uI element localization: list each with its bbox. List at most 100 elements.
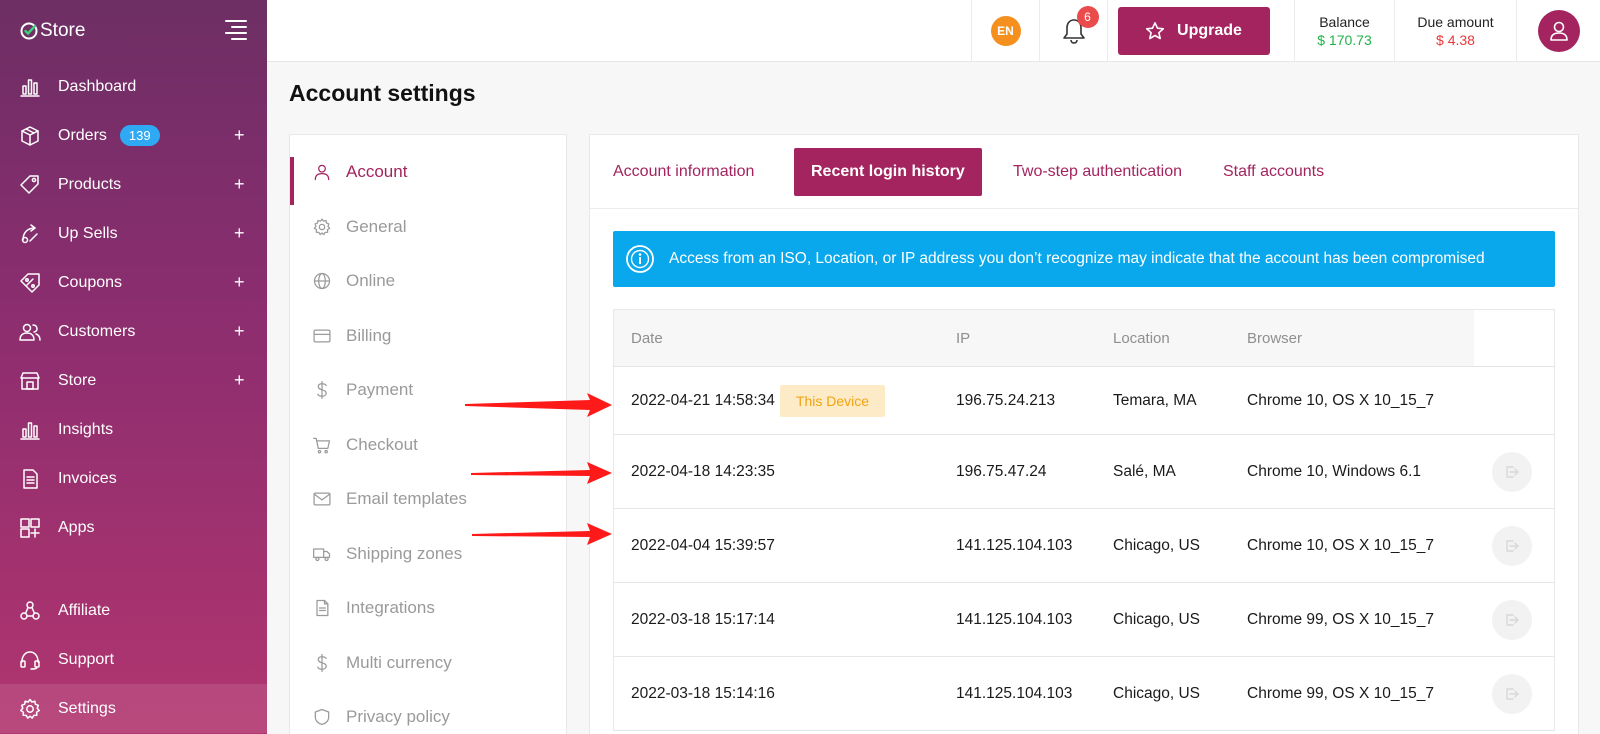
table-header: Date IP Location Browser — [614, 310, 1554, 367]
language-switcher[interactable]: EN — [971, 0, 1039, 61]
logout-icon — [1506, 688, 1519, 700]
user-icon — [314, 164, 330, 181]
tab-staff-accounts[interactable]: Staff accounts — [1206, 148, 1341, 196]
sidebar-item-orders[interactable]: Orders 139 + — [0, 111, 267, 160]
logout-session-button[interactable] — [1492, 674, 1532, 714]
globe-icon — [313, 273, 331, 290]
sidebar-item-coupons[interactable]: Coupons + — [0, 258, 267, 307]
avatar[interactable] — [1537, 9, 1580, 52]
sidebar-item-support[interactable]: Support — [0, 635, 267, 684]
settings-menu-item-account[interactable]: Account — [290, 145, 566, 205]
storefront-icon — [20, 371, 40, 390]
sidebar-item-settings[interactable]: Settings — [0, 684, 267, 733]
sidebar-item-invoices[interactable]: Invoices — [0, 454, 267, 503]
expand-icon[interactable]: + — [234, 370, 245, 391]
logout-session-button[interactable] — [1492, 600, 1532, 640]
login-ip: 196.75.24.213 — [956, 391, 1056, 409]
logout-session-button[interactable] — [1492, 526, 1532, 566]
due-amount: Due amount $ 4.38 — [1394, 0, 1516, 61]
sidebar: Store Dashboard Orders 139 + Products + Up Sel… — [0, 0, 267, 734]
settings-menu-item-online[interactable]: Online — [290, 254, 566, 309]
login-browser: Chrome 99, OS X 10_15_7 — [1247, 610, 1434, 628]
tab-account-information[interactable]: Account information — [596, 148, 771, 196]
login-location: Salé, MA — [1113, 462, 1176, 480]
settings-menu-label: Shipping zones — [346, 543, 463, 563]
login-ip: 196.75.47.24 — [956, 462, 1047, 480]
settings-menu-item-checkout[interactable]: Checkout — [290, 418, 566, 473]
sidebar-item-store[interactable]: Store + — [0, 356, 267, 405]
tab-two-step-authentication[interactable]: Two-step authentication — [996, 148, 1199, 196]
settings-menu-item-privacy-policy[interactable]: Privacy policy — [290, 690, 566, 734]
table-row: 2022-04-04 15:39:57 141.125.104.103 Chicag… — [614, 509, 1554, 583]
login-ip: 141.125.104.103 — [956, 610, 1073, 628]
mail-icon — [313, 492, 331, 506]
notifications[interactable]: 6 — [1039, 0, 1107, 61]
settings-menu-label: Checkout — [346, 434, 418, 454]
expand-icon[interactable]: + — [234, 223, 245, 244]
sidebar-item-customers[interactable]: Customers + — [0, 307, 267, 356]
settings-menu-item-multi-currency[interactable]: Multi currency — [290, 636, 566, 691]
tab-bar: Account information Recent login history… — [590, 135, 1578, 209]
upsell-icon — [21, 223, 38, 243]
expand-icon[interactable]: + — [234, 272, 245, 293]
login-date: 2022-03-18 15:14:16 — [631, 684, 775, 702]
tab-recent-login-history[interactable]: Recent login history — [794, 148, 982, 196]
settings-menu-label: Privacy policy — [346, 707, 450, 727]
expand-icon[interactable]: + — [234, 321, 245, 342]
column-header-date: Date — [631, 329, 663, 347]
truck-icon — [313, 548, 331, 561]
table-row: 2022-04-18 14:23:35 196.75.47.24 Salé, MA C… — [614, 435, 1554, 509]
settings-menu-item-shipping-zones[interactable]: Shipping zones — [290, 527, 566, 582]
menu-toggle-icon[interactable] — [225, 20, 247, 40]
expand-icon[interactable]: + — [234, 125, 245, 146]
settings-menu-item-integrations[interactable]: Integrations — [290, 581, 566, 636]
sidebar-item-insights[interactable]: Insights — [0, 405, 267, 454]
coupon-icon — [20, 272, 40, 293]
info-icon — [626, 245, 654, 273]
sidebar-nav: Dashboard Orders 139 + Products + Up Sells + Cou… — [0, 62, 267, 552]
sidebar-item-up-sells[interactable]: Up Sells + — [0, 209, 267, 258]
settings-menu-label: Email templates — [346, 489, 467, 509]
due-amount-value: $ 4.38 — [1436, 31, 1475, 48]
settings-menu-item-email-templates[interactable]: Email templates — [290, 472, 566, 527]
login-date: 2022-04-04 15:39:57 — [631, 536, 775, 554]
user-menu[interactable] — [1516, 0, 1600, 61]
balance-label: Balance — [1319, 13, 1370, 30]
settings-menu-item-payment[interactable]: Payment — [290, 363, 566, 418]
column-header-ip: IP — [956, 329, 971, 347]
settings-menu-label: Integrations — [346, 598, 435, 618]
sidebar-item-dashboard[interactable]: Dashboard — [0, 62, 267, 111]
file-icon — [316, 600, 329, 617]
sidebar-item-affiliate[interactable]: Affiliate — [0, 586, 267, 635]
box-icon — [21, 125, 39, 146]
brand-logo[interactable]: Store — [20, 18, 85, 44]
users-icon — [19, 323, 41, 341]
login-date: 2022-03-18 15:17:14 — [631, 610, 775, 628]
topbar: EN 6 Upgrade Balance $ 170.73 Due amount… — [267, 0, 1600, 62]
login-ip: 141.125.104.103 — [956, 684, 1073, 702]
settings-menu-label: Online — [346, 271, 396, 291]
settings-menu-label: Payment — [346, 380, 414, 400]
affiliate-icon — [20, 600, 40, 620]
sidebar-item-apps[interactable]: Apps — [0, 503, 267, 552]
chart-icon — [20, 421, 40, 440]
settings-menu-item-billing[interactable]: Billing — [290, 309, 566, 364]
sidebar-item-label: Apps — [58, 518, 95, 536]
sidebar-item-label: Dashboard — [58, 77, 137, 95]
expand-icon[interactable]: + — [234, 174, 245, 195]
notification-count-badge: 6 — [1076, 5, 1099, 28]
tag-icon — [20, 174, 39, 194]
settings-menu-item-general[interactable]: General — [290, 200, 566, 255]
language-badge[interactable]: EN — [990, 15, 1021, 46]
login-history-table: Date IP Location Browser 2022-04-21 14:5… — [613, 309, 1555, 731]
settings-menu-label: Multi currency — [346, 652, 452, 672]
user-icon — [1549, 21, 1568, 41]
document-icon — [23, 468, 38, 489]
balance: Balance $ 170.73 — [1294, 0, 1394, 61]
table-row: 2022-03-18 15:14:16 141.125.104.103 Chicag… — [614, 657, 1554, 731]
sidebar-item-label: Insights — [58, 420, 114, 438]
upgrade-button[interactable]: Upgrade — [1117, 6, 1270, 55]
sidebar-item-products[interactable]: Products + — [0, 160, 267, 209]
login-browser: Chrome 10, Windows 6.1 — [1247, 462, 1422, 480]
logout-session-button[interactable] — [1492, 452, 1532, 492]
